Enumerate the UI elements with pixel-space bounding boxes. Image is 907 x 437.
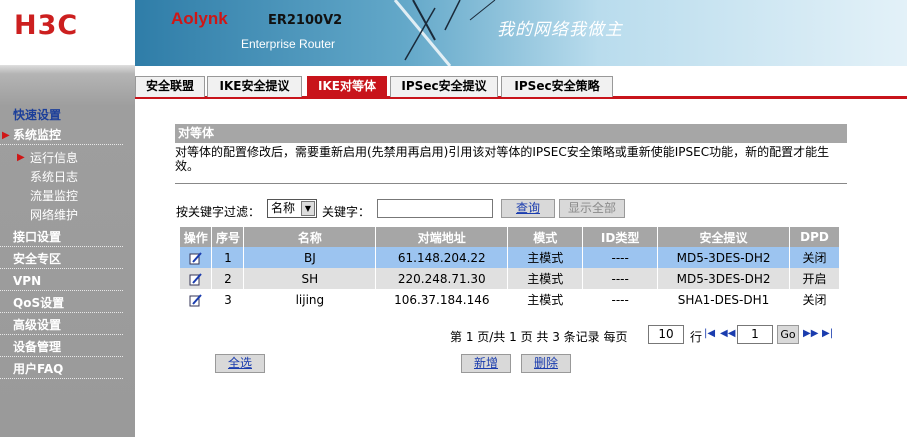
edit-cell	[180, 268, 213, 289]
sidebar-item-advanced[interactable]: 高级设置	[0, 316, 123, 335]
search-button[interactable]: 查询	[501, 199, 555, 218]
cell-idtype: ----	[582, 268, 659, 289]
col-dpd: DPD	[789, 227, 841, 247]
banner-art	[393, 0, 496, 66]
cell-addr: 61.148.204.22	[375, 247, 509, 268]
col-addr: 对端地址	[375, 227, 509, 247]
cell-mode: 主模式	[507, 289, 584, 310]
cell-idtype: ----	[582, 289, 659, 310]
sidebar-item-quick-setup[interactable]: 快速设置	[0, 106, 123, 124]
cell-name: SH	[243, 268, 377, 289]
edit-icon[interactable]	[189, 293, 202, 307]
cell-addr: 106.37.184.146	[375, 289, 509, 310]
header-banner: Aolynk ER2100V2 Enterprise Router 我的网络我做…	[135, 0, 907, 66]
cell-proposal: SHA1-DES-DH1	[657, 289, 790, 310]
tab-bar: 安全联盟 IKE安全提议 IKE对等体 IPSec安全提议 IPSec安全策略	[135, 66, 907, 99]
col-proposal: 安全提议	[657, 227, 790, 247]
filter-key-value: 名称	[271, 201, 296, 215]
edit-cell	[180, 247, 213, 268]
last-page-icon[interactable]: ▶|	[822, 328, 833, 339]
col-no: 序号	[211, 227, 245, 247]
pager-row-label: 行	[690, 330, 703, 344]
sidebar-item-faq[interactable]: 用户FAQ	[0, 360, 123, 379]
edit-icon[interactable]	[189, 272, 202, 286]
chevron-down-icon[interactable]: ▼	[301, 201, 315, 216]
banner-slogan: 我的网络我做主	[497, 20, 623, 40]
main-content: 对等体 对等体的配置修改后，需要重新启用(先禁用再启用)引用该对等体的IPSEC…	[135, 99, 907, 437]
select-all-button[interactable]: 全选	[215, 354, 265, 373]
sidebar-subitem-traffic-monitor[interactable]: 流量监控	[30, 187, 78, 205]
tab-ike-proposal[interactable]: IKE安全提议	[207, 76, 302, 97]
tab-ike-peer[interactable]: IKE对等体	[307, 76, 387, 98]
cell-no: 2	[211, 268, 245, 289]
table-header-row: 操作 序号 名称 对端地址 模式 ID类型 安全提议 DPD	[180, 227, 841, 247]
per-page-input[interactable]: 10	[648, 325, 684, 344]
peer-table: 操作 序号 名称 对端地址 模式 ID类型 安全提议 DPD 1 BJ 61.1…	[180, 227, 841, 310]
sidebar-subitem-network-maint[interactable]: 网络维护	[30, 206, 78, 224]
cell-proposal: MD5-3DES-DH2	[657, 268, 790, 289]
cell-dpd: 开启	[789, 268, 841, 289]
cell-mode: 主模式	[507, 268, 584, 289]
table-row[interactable]: 1 BJ 61.148.204.22 主模式 ---- MD5-3DES-DH2…	[180, 247, 841, 268]
prev-page-icon[interactable]: ◀◀	[720, 328, 735, 339]
keyword-input[interactable]	[377, 199, 493, 218]
banner-subtitle: Enterprise Router	[241, 37, 336, 51]
section-title: 对等体	[175, 124, 847, 143]
cell-no: 1	[211, 247, 245, 268]
next-page-icon[interactable]: ▶▶	[803, 328, 818, 339]
cell-name: lijing	[243, 289, 377, 310]
sidebar-subitem-system-log[interactable]: 系统日志	[30, 168, 78, 186]
first-page-icon[interactable]: |◀	[704, 328, 715, 339]
keyword-label: 关键字：	[322, 205, 371, 219]
sidebar-item-qos[interactable]: QoS设置	[0, 294, 123, 313]
sidebar-subitem-run-info[interactable]: 运行信息	[30, 149, 78, 167]
cell-proposal: MD5-3DES-DH2	[657, 247, 790, 268]
sidebar-item-security[interactable]: 安全专区	[0, 250, 123, 269]
table-row[interactable]: 3 lijing 106.37.184.146 主模式 ---- SHA1-DE…	[180, 289, 841, 310]
cell-idtype: ----	[582, 247, 659, 268]
sub-arrow-icon: ▶	[17, 152, 25, 163]
brand-name: Aolynk	[171, 9, 228, 28]
sidebar-item-monitor[interactable]: 系统监控	[0, 126, 123, 145]
edit-icon[interactable]	[189, 251, 202, 265]
cell-mode: 主模式	[507, 247, 584, 268]
filter-key-select[interactable]: 名称 ▼	[267, 199, 317, 218]
show-all-button[interactable]: 显示全部	[559, 199, 625, 218]
col-mode: 模式	[507, 227, 584, 247]
sidebar-item-device[interactable]: 设备管理	[0, 338, 123, 357]
tab-security-association[interactable]: 安全联盟	[135, 76, 205, 97]
cell-no: 3	[211, 289, 245, 310]
tab-ipsec-policy[interactable]: IPSec安全策略	[501, 76, 613, 97]
go-button[interactable]: Go	[777, 325, 799, 344]
cell-name: BJ	[243, 247, 377, 268]
sidebar: 快速设置 ▶ 系统监控 ▶ 运行信息 系统日志 流量监控 网络维护 接口设置 安…	[0, 66, 135, 437]
add-button[interactable]: 新增	[461, 354, 511, 373]
table-row[interactable]: 2 SH 220.248.71.30 主模式 ---- MD5-3DES-DH2…	[180, 268, 841, 289]
divider	[175, 183, 847, 184]
cell-addr: 220.248.71.30	[375, 268, 509, 289]
col-name: 名称	[243, 227, 377, 247]
filter-label: 按关键字过滤：	[176, 205, 261, 219]
cell-dpd: 关闭	[789, 289, 841, 310]
col-op: 操作	[180, 227, 213, 247]
section-description: 对等体的配置修改后，需要重新启用(先禁用再启用)引用该对等体的IPSEC安全策略…	[175, 145, 830, 173]
model-name: ER2100V2	[268, 13, 343, 28]
logo-text: H3C	[14, 10, 79, 41]
edit-cell	[180, 289, 213, 310]
pager-summary: 第 1 页/共 1 页 共 3 条记录 每页	[450, 330, 628, 344]
delete-button[interactable]: 删除	[521, 354, 571, 373]
page-input[interactable]: 1	[737, 325, 773, 344]
cell-dpd: 关闭	[789, 247, 841, 268]
tab-ipsec-proposal[interactable]: IPSec安全提议	[390, 76, 498, 97]
sidebar-item-vpn[interactable]: VPN	[0, 272, 123, 291]
col-idtype: ID类型	[582, 227, 659, 247]
sidebar-item-interface[interactable]: 接口设置	[0, 228, 123, 247]
logo: H3C	[0, 0, 135, 66]
